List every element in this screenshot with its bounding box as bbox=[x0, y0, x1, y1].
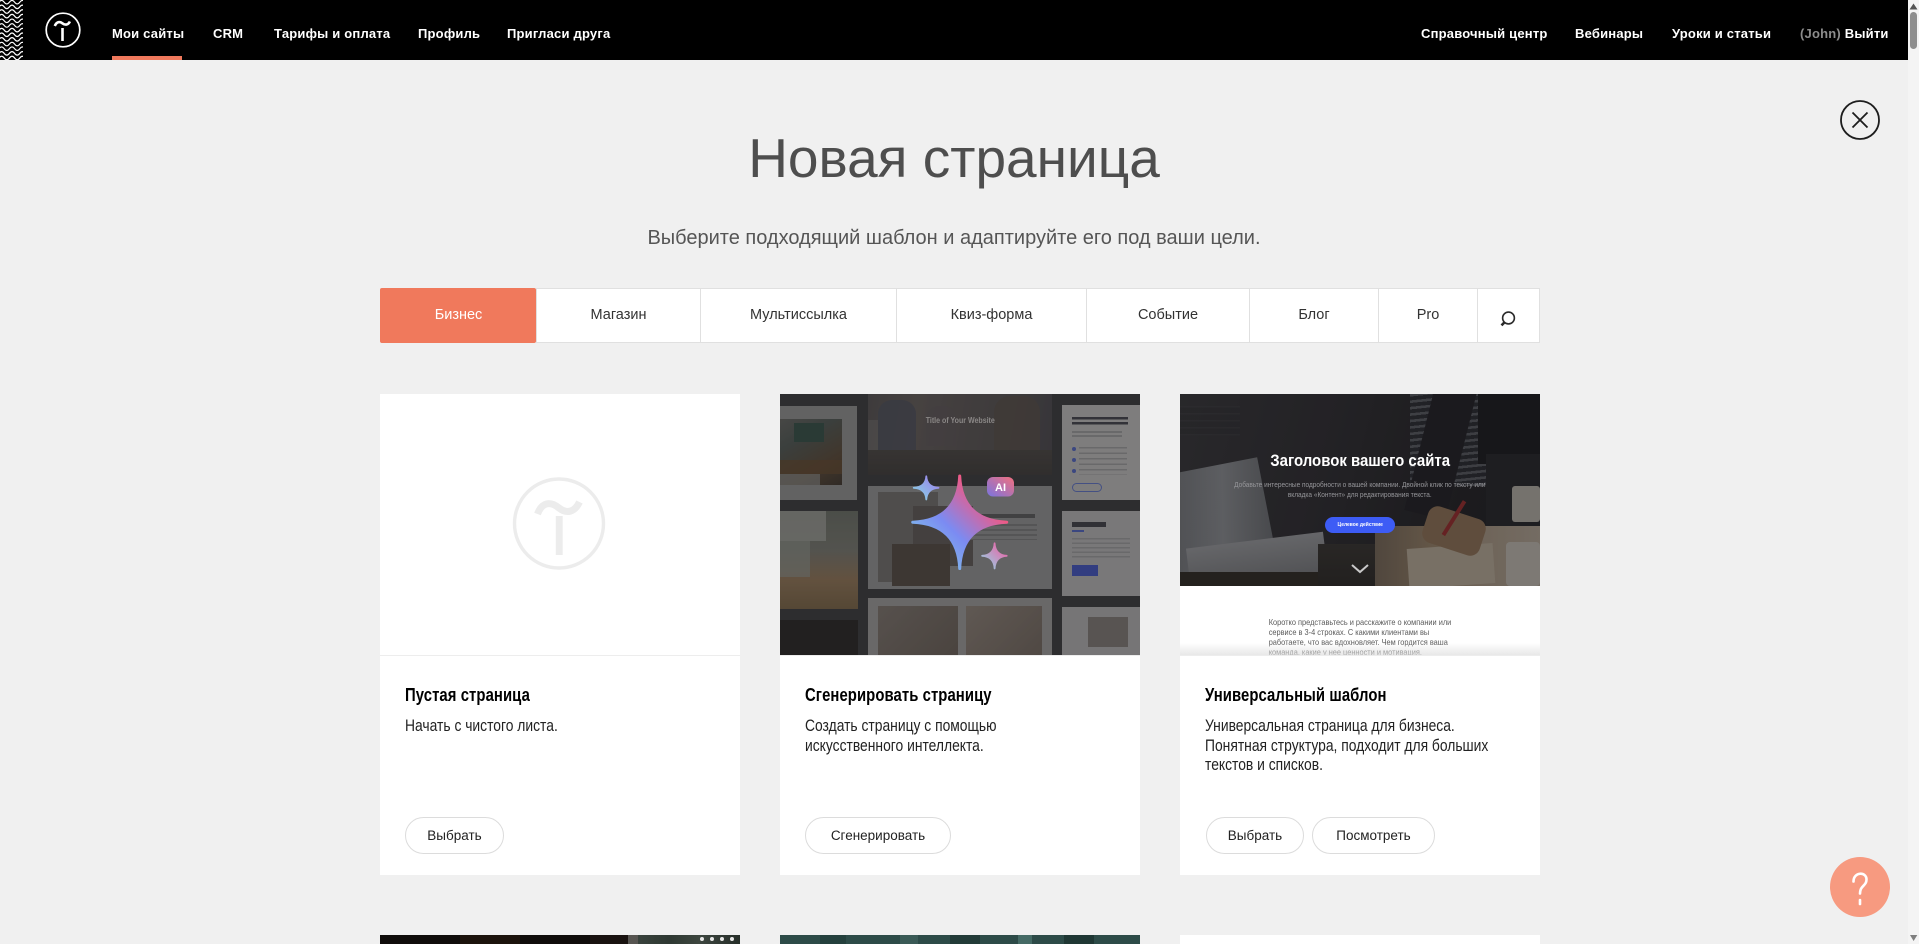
svg-text:AI: AI bbox=[995, 482, 1006, 494]
